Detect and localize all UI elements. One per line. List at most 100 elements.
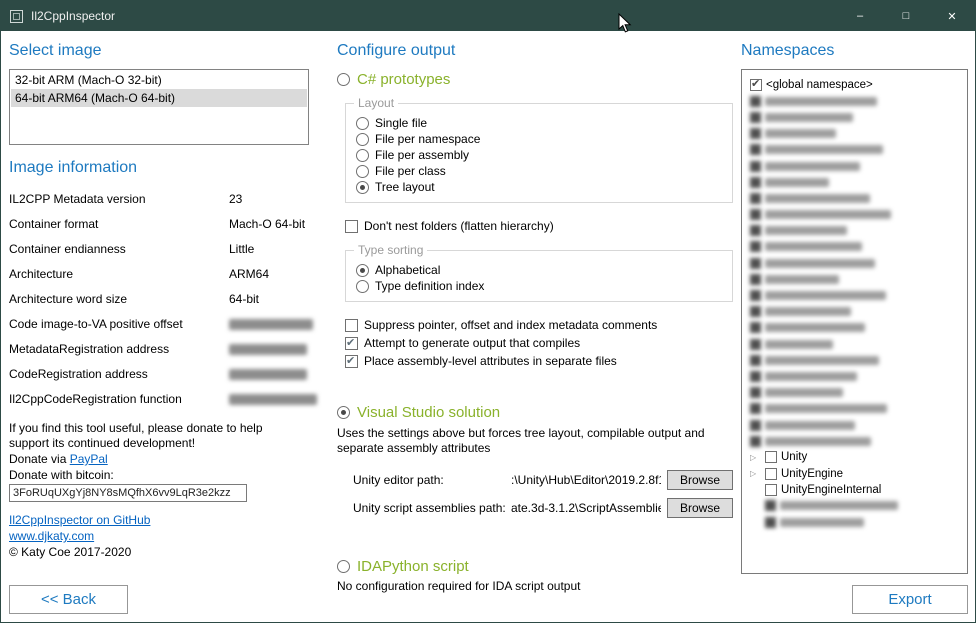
redacted-label [765, 242, 862, 251]
namespace-item-redacted [750, 336, 967, 352]
redacted-value [229, 319, 313, 330]
namespace-item-redacted [750, 417, 967, 433]
checkbox-label: Place assembly-level attributes in separ… [364, 354, 617, 368]
export-button[interactable]: Export [852, 585, 968, 614]
redacted-checkbox [750, 420, 761, 431]
radio-label: File per assembly [375, 148, 469, 162]
radio-icon [337, 73, 350, 86]
redacted-label [765, 372, 857, 381]
radio-idapython-script[interactable]: IDAPython script [337, 558, 733, 575]
radio-layout-option[interactable]: File per class [356, 163, 722, 179]
image-info-row: CodeRegistration address [9, 361, 309, 386]
website-link[interactable]: www.djkaty.com [9, 528, 309, 544]
bitcoin-address-input[interactable] [9, 484, 247, 502]
radio-layout-option[interactable]: File per assembly [356, 147, 722, 163]
radio-icon [356, 280, 369, 293]
namespace-item-redacted [750, 207, 967, 223]
paypal-link[interactable]: PayPal [70, 451, 108, 467]
browse-editor-path-button[interactable]: Browse [667, 470, 733, 490]
info-label: Architecture word size [9, 292, 229, 306]
close-button[interactable]: ✕ [929, 1, 975, 31]
namespace-item[interactable]: UnityEngineInternal [750, 482, 967, 498]
redacted-checkbox [750, 371, 761, 382]
checkbox-output-option[interactable]: Attempt to generate output that compiles [345, 336, 733, 350]
browse-script-assemblies-button[interactable]: Browse [667, 498, 733, 518]
minimize-button[interactable]: – [837, 1, 883, 31]
redacted-checkbox [750, 306, 761, 317]
checkbox-label: Suppress pointer, offset and index metad… [364, 318, 657, 332]
radio-icon [337, 560, 350, 573]
donate-bitcoin-label: Donate with bitcoin: [9, 467, 309, 483]
app-window: Il2CppInspector – □ ✕ Select image 32-bi… [0, 0, 976, 623]
radio-label: Alphabetical [375, 263, 440, 277]
redacted-label [765, 323, 865, 332]
redacted-label [765, 275, 839, 284]
redacted-checkbox [750, 436, 761, 447]
namespace-label: UnityEngineInternal [781, 484, 881, 496]
namespace-item-redacted [750, 433, 967, 449]
namespace-label: Unity [781, 451, 807, 463]
radio-label: C# prototypes [357, 71, 450, 88]
radio-icon [356, 264, 369, 277]
main-content: Select image 32-bit ARM (Mach-O 32-bit)6… [1, 31, 975, 622]
donate-via-line: Donate via PayPal [9, 451, 309, 467]
info-label: Container endianness [9, 242, 229, 256]
radio-layout-option[interactable]: File per namespace [356, 131, 722, 147]
radio-label: Tree layout [375, 180, 435, 194]
checkbox-output-option[interactable]: Place assembly-level attributes in separ… [345, 354, 733, 368]
image-info-row: MetadataRegistration address [9, 336, 309, 361]
radio-icon [356, 165, 369, 178]
maximize-button[interactable]: □ [883, 1, 929, 31]
redacted-label [765, 145, 883, 154]
radio-layout-option[interactable]: Tree layout [356, 179, 722, 195]
namespace-item[interactable]: ▷ Unity [750, 449, 967, 465]
image-info-row: IL2CPP Metadata version23 [9, 186, 309, 211]
radio-sort-option[interactable]: Alphabetical [356, 262, 722, 278]
checkbox-icon [750, 79, 762, 91]
info-label: Code image-to-VA positive offset [9, 317, 229, 331]
radio-visual-studio-solution[interactable]: Visual Studio solution [337, 404, 733, 421]
namespace-item[interactable]: <global namespace> [750, 77, 967, 93]
radio-sort-option[interactable]: Type definition index [356, 278, 722, 294]
image-info-row: Container formatMach-O 64-bit [9, 211, 309, 236]
image-info-row: Container endiannessLittle [9, 236, 309, 261]
configure-panel: Configure output C# prototypes Layout Si… [337, 39, 733, 614]
redacted-label [765, 226, 847, 235]
namespace-item-redacted [750, 352, 967, 368]
image-info-row: Architecture word size64-bit [9, 286, 309, 311]
image-info-row: ArchitectureARM64 [9, 261, 309, 286]
github-link[interactable]: Il2CppInspector on GitHub [9, 512, 309, 528]
namespace-item-redacted [750, 126, 967, 142]
window-controls: – □ ✕ [837, 1, 975, 31]
window-title: Il2CppInspector [31, 9, 115, 23]
back-button[interactable]: << Back [9, 585, 128, 614]
redacted-label [765, 113, 853, 122]
image-list-item[interactable]: 64-bit ARM64 (Mach-O 64-bit) [11, 89, 307, 107]
expander-icon[interactable]: ▷ [750, 452, 761, 463]
image-list[interactable]: 32-bit ARM (Mach-O 32-bit)64-bit ARM64 (… [9, 69, 309, 145]
visual-studio-description: Uses the settings above but forces tree … [337, 426, 729, 456]
type-sorting-groupbox: Type sorting AlphabeticalType definition… [345, 250, 733, 302]
namespace-list[interactable]: <global namespace> ▷ Unity ▷UnityEngine Unit… [741, 69, 968, 574]
info-label: IL2CPP Metadata version [9, 192, 229, 206]
checkbox-flatten-hierarchy[interactable]: Don't nest folders (flatten hierarchy) [345, 219, 733, 233]
radio-layout-option[interactable]: Single file [356, 115, 722, 131]
redacted-value [229, 394, 317, 405]
namespace-item-redacted [750, 158, 967, 174]
radio-csharp-prototypes[interactable]: C# prototypes [337, 71, 733, 88]
checkbox-icon [765, 451, 777, 463]
info-label: Container format [9, 217, 229, 231]
redacted-label [765, 307, 851, 316]
donate-via-prefix: Donate via [9, 452, 70, 466]
redacted-checkbox [750, 403, 761, 414]
namespace-item[interactable]: ▷UnityEngine [750, 466, 967, 482]
info-label: Il2CppCodeRegistration function [9, 392, 229, 406]
checkbox-icon [345, 337, 358, 350]
image-list-item[interactable]: 32-bit ARM (Mach-O 32-bit) [11, 71, 307, 89]
info-value [229, 342, 307, 356]
namespaces-panel: Namespaces <global namespace>▷Unity▷Unit… [741, 39, 968, 614]
checkbox-output-option[interactable]: Suppress pointer, offset and index metad… [345, 318, 733, 332]
redacted-label [780, 501, 898, 510]
checkbox-icon [765, 468, 777, 480]
expander-icon[interactable]: ▷ [750, 468, 761, 479]
